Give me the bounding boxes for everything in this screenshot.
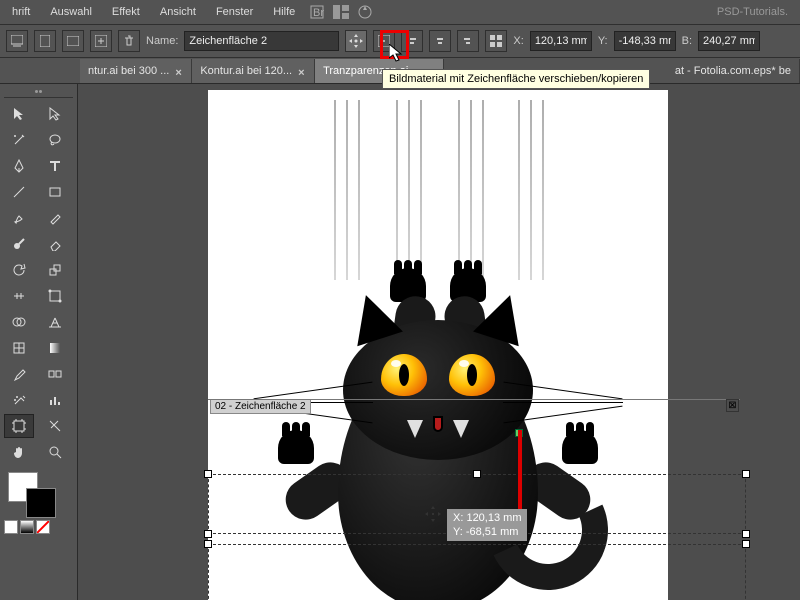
column-graph-tool-icon[interactable] (40, 388, 70, 412)
color-swatches[interactable] (4, 472, 73, 516)
svg-text:Br: Br (313, 7, 324, 19)
bridge-icon[interactable]: Br (307, 2, 327, 22)
hint-y: Y: -68,51 mm (453, 525, 521, 539)
gpu-icon[interactable] (355, 2, 375, 22)
tooltip: Bildmaterial mit Zeichenfläche verschieb… (382, 69, 650, 89)
stroke-swatch[interactable] (26, 488, 56, 518)
zoom-tool-icon[interactable] (40, 440, 70, 464)
scale-tool-icon[interactable] (40, 258, 70, 282)
align-center-icon[interactable] (429, 30, 451, 52)
blob-brush-tool-icon[interactable] (4, 232, 34, 256)
reference-point-icon[interactable] (373, 30, 395, 52)
direct-selection-tool-icon[interactable] (40, 102, 70, 126)
align-left-icon[interactable] (401, 30, 423, 52)
shape-builder-tool-icon[interactable] (4, 310, 34, 334)
document-tab[interactable]: Kontur.ai bei 120... × (192, 59, 315, 83)
y-input[interactable] (614, 31, 676, 51)
eyedropper-tool-icon[interactable] (4, 362, 34, 386)
pen-tool-icon[interactable] (4, 154, 34, 178)
grid-options-icon[interactable] (485, 30, 507, 52)
align-right-icon[interactable] (457, 30, 479, 52)
free-transform-tool-icon[interactable] (40, 284, 70, 308)
w-label: B: (682, 35, 692, 47)
main-menu-bar: hrift Auswahl Effekt Ansicht Fenster Hil… (0, 0, 800, 24)
coordinate-hint: X: 120,13 mm Y: -68,51 mm (447, 509, 527, 541)
close-icon[interactable]: × (298, 67, 306, 75)
artboard-bounds-moved[interactable] (208, 544, 746, 600)
magic-wand-tool-icon[interactable] (4, 128, 34, 152)
tools-panel (0, 84, 78, 600)
menu-item[interactable]: Ansicht (152, 4, 204, 20)
rectangle-tool-icon[interactable] (40, 180, 70, 204)
artboard-label: 02 - Zeichenfläche 2 (210, 399, 311, 414)
menu-item[interactable]: Fenster (208, 4, 261, 20)
document-tab[interactable]: at - Fotolia.com.eps* be (667, 59, 800, 83)
symbol-sprayer-tool-icon[interactable] (4, 388, 34, 412)
y-label: Y: (598, 35, 608, 47)
w-input[interactable] (698, 31, 760, 51)
blend-tool-icon[interactable] (40, 362, 70, 386)
options-bar: Name: X: Y: B: (0, 24, 800, 58)
canvas-area[interactable]: 02 - Zeichenfläche 2 ⊠ X: 120,13 mm Y: -… (78, 84, 800, 600)
x-label: X: (513, 35, 523, 47)
hand-tool-icon[interactable] (4, 440, 34, 464)
presets-dropdown-icon[interactable] (6, 30, 28, 52)
gradient-mode-icon[interactable] (20, 520, 34, 534)
close-icon[interactable]: × (175, 67, 183, 75)
color-mode-icon[interactable] (4, 520, 18, 534)
selection-tool-icon[interactable] (4, 102, 34, 126)
line-tool-icon[interactable] (4, 180, 34, 204)
menu-item[interactable]: Auswahl (42, 4, 100, 20)
document-tab[interactable]: ntur.ai bei 300 ... × (80, 59, 192, 83)
gradient-tool-icon[interactable] (40, 336, 70, 360)
artboard-name-input[interactable] (184, 31, 339, 51)
orientation-portrait-icon[interactable] (34, 30, 56, 52)
tab-label: at - Fotolia.com.eps* be (675, 65, 791, 77)
mesh-tool-icon[interactable] (4, 336, 34, 360)
move-artwork-with-artboard-icon[interactable] (345, 30, 367, 52)
orientation-landscape-icon[interactable] (62, 30, 84, 52)
brand-label: PSD-Tutorials. (709, 6, 796, 18)
paintbrush-tool-icon[interactable] (4, 206, 34, 230)
x-input[interactable] (530, 31, 592, 51)
pencil-tool-icon[interactable] (40, 206, 70, 230)
perspective-grid-tool-icon[interactable] (40, 310, 70, 334)
move-cursor-icon (425, 506, 441, 522)
width-tool-icon[interactable] (4, 284, 34, 308)
menu-item[interactable]: hrift (4, 4, 38, 20)
artwork-cat (308, 200, 568, 600)
artboard-tool-icon[interactable] (4, 414, 34, 438)
delete-artboard-icon[interactable] (118, 30, 140, 52)
name-label: Name: (146, 35, 178, 47)
hint-x: X: 120,13 mm (453, 511, 521, 525)
artboard-top-edge (208, 399, 740, 400)
none-mode-icon[interactable] (36, 520, 50, 534)
menu-item[interactable]: Effekt (104, 4, 148, 20)
arrange-documents-icon[interactable] (331, 2, 351, 22)
tab-label: Kontur.ai bei 120... (200, 65, 292, 77)
eraser-tool-icon[interactable] (40, 232, 70, 256)
menu-item[interactable]: Hilfe (265, 4, 303, 20)
type-tool-icon[interactable] (40, 154, 70, 178)
rotate-tool-icon[interactable] (4, 258, 34, 282)
artboard-delete-icon[interactable]: ⊠ (726, 399, 739, 412)
slice-tool-icon[interactable] (40, 414, 70, 438)
tab-label: ntur.ai bei 300 ... (88, 65, 169, 77)
new-artboard-icon[interactable] (90, 30, 112, 52)
lasso-tool-icon[interactable] (40, 128, 70, 152)
